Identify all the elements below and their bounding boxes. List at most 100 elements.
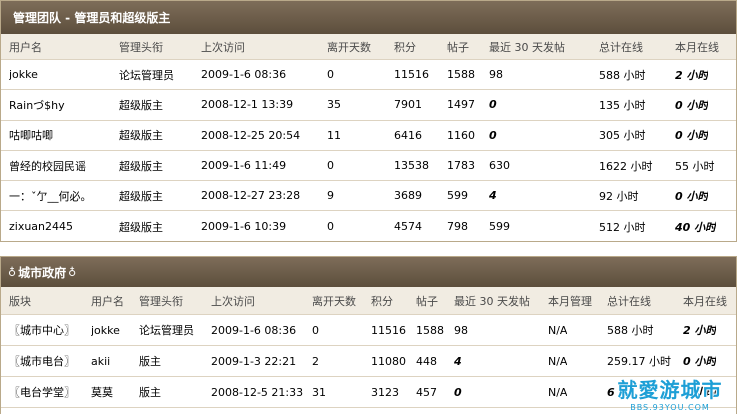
watermark-title: 就愛游城市: [617, 378, 723, 402]
month-online-cell: 2 小时: [683, 324, 717, 337]
column-header-points: 积分: [394, 40, 416, 54]
column-header-total-online: 总计在线: [599, 40, 643, 54]
month-online-cell: 0 小时: [683, 355, 717, 368]
month-manage-cell: N/A: [548, 354, 568, 368]
month-manage-cell: N/A: [548, 323, 568, 337]
total-online-cell: 92 小时: [599, 189, 639, 203]
role-cell: 超级版主: [119, 159, 163, 173]
city-government-header: ♁ 城市政府 ♁: [1, 257, 736, 287]
recent-posts-cell: 98: [489, 68, 503, 82]
posts-cell: 457: [416, 385, 437, 399]
last-visit-cell: 2009-1-6 11:49: [201, 159, 287, 173]
tree-icon: ♁: [68, 265, 77, 279]
column-header-title: 管理头衔: [119, 40, 163, 54]
username-cell[interactable]: akii: [91, 346, 110, 376]
last-visit-cell: 2009-1-6 10:39: [201, 220, 287, 234]
column-header-username: 用户名: [9, 40, 42, 54]
days-away-cell: 0: [327, 159, 334, 173]
forum-cell[interactable]: 〖电台学堂〗: [9, 377, 75, 407]
last-visit-cell: 2008-12-27 23:28: [201, 189, 301, 203]
points-cell: 11080: [371, 354, 406, 368]
column-header-days-away: 离开天数: [327, 40, 371, 54]
column-header-recent-posts: 最近 30 天发帖: [454, 294, 530, 308]
column-header-title: 管理头衔: [139, 294, 183, 308]
last-visit-cell: 2009-1-6 08:36: [201, 68, 287, 82]
table-row: Rainづ$hy 超级版主 2008-12-1 13:39 35 7901 1497 0 13…: [1, 90, 736, 121]
admin-team-panel: 管理团队 - 管理员和超级版主 用户名 管理头衔 上次访问 离开天数 积分 帖子 最近 30…: [0, 0, 737, 242]
username-cell[interactable]: jokke: [9, 60, 38, 89]
role-cell: 论坛管理员: [139, 324, 194, 337]
points-cell: 11516: [394, 68, 429, 82]
posts-cell: 1588: [416, 323, 444, 337]
points-cell: 6416: [394, 128, 422, 142]
total-online-cell: 259.17 小时: [607, 355, 671, 368]
posts-cell: 1160: [447, 128, 475, 142]
column-header-last-visit: 上次访问: [201, 40, 245, 54]
column-header-last-visit: 上次访问: [211, 294, 255, 308]
last-visit-cell: 2008-12-1 13:39: [201, 98, 294, 112]
total-online-cell: 1622 小时: [599, 159, 653, 173]
username-cell[interactable]: jokke: [91, 315, 120, 345]
recent-posts-cell: 0: [489, 98, 497, 112]
column-header-month-manage: 本月管理: [548, 294, 592, 308]
forum-cell[interactable]: 〖城市电台〗: [9, 346, 75, 376]
column-header-total-online: 总计在线: [607, 294, 651, 308]
column-header-days-away: 离开天数: [312, 294, 356, 308]
column-header-recent-posts: 最近 30 天发帖: [489, 40, 565, 54]
month-online-cell: 0 小时: [675, 129, 709, 143]
days-away-cell: 11: [327, 128, 341, 142]
total-online-cell: 135 小时: [599, 98, 646, 112]
posts-cell: 1588: [447, 68, 475, 82]
column-header-posts: 帖子: [447, 40, 469, 54]
points-cell: 13538: [394, 159, 429, 173]
table-row: 〖城市电台〗 akii 版主 2009-1-3 22:21 2 11080 448 4 N/A 2…: [1, 346, 736, 377]
total-online-cell: 512 小时: [599, 220, 646, 234]
admin-team-title: 管理团队 - 管理员和超级版主: [13, 11, 171, 25]
points-cell: 11516: [371, 323, 406, 337]
posts-cell: 599: [447, 189, 468, 203]
column-header-month-online: 本月在线: [683, 294, 727, 308]
days-away-cell: 0: [312, 323, 319, 337]
column-header-username: 用户名: [91, 294, 124, 308]
last-visit-cell: 2008-12-25 20:54: [201, 128, 301, 142]
table-row: 咕唧咕唧 超级版主 2008-12-25 20:54 11 6416 1160 0 305 小…: [1, 121, 736, 151]
recent-posts-cell: 630: [489, 159, 510, 173]
username-cell[interactable]: 莫莫: [91, 377, 113, 407]
recent-posts-cell: 599: [489, 220, 510, 234]
month-manage-cell: N/A: [548, 385, 568, 399]
posts-cell: 1497: [447, 98, 475, 112]
admin-team-table: 用户名 管理头衔 上次访问 离开天数 积分 帖子 最近 30 天发帖 总计在线 本月在线 jokk…: [1, 34, 736, 242]
tree-icon: ♁: [8, 265, 17, 279]
points-cell: 4574: [394, 220, 422, 234]
city-government-title: 城市政府: [18, 265, 67, 280]
username-cell[interactable]: 曾经的校园民谣: [9, 151, 86, 180]
days-away-cell: 35: [327, 98, 341, 112]
points-cell: 7901: [394, 98, 422, 112]
recent-posts-cell: 98: [454, 323, 468, 337]
username-cell[interactable]: 咕唧咕唧: [9, 121, 53, 150]
username-cell[interactable]: Rainづ$hy: [9, 90, 65, 119]
month-online-cell: 40 小时: [675, 220, 717, 234]
table-row: jokke 论坛管理员 2009-1-6 08:36 0 11516 1588 98 588 …: [1, 60, 736, 91]
total-online-cell: 588 小时: [599, 68, 646, 82]
column-header-month-online: 本月在线: [675, 40, 719, 54]
column-header-forum: 版块: [9, 294, 31, 308]
username-cell[interactable]: zixuan2445: [9, 211, 73, 241]
days-away-cell: 0: [327, 68, 334, 82]
month-online-cell: 55 小时: [675, 159, 715, 173]
points-cell: 3689: [394, 189, 422, 203]
month-online-cell: 0 小时: [675, 189, 709, 203]
days-away-cell: 0: [327, 220, 334, 234]
table-header-row: 版块 用户名 管理头衔 上次访问 离开天数 积分 帖子 最近 30 天发帖 本月管理 总计在线 本月…: [1, 287, 736, 315]
points-cell: 3123: [371, 385, 399, 399]
role-cell: 版主: [139, 386, 161, 399]
admin-team-header: 管理团队 - 管理员和超级版主: [1, 1, 736, 34]
recent-posts-cell: 0: [489, 128, 497, 142]
table-row: 〖城市中心〗 jokke 论坛管理员 2009-1-6 08:36 0 11516 1588…: [1, 315, 736, 346]
username-cell[interactable]: 一：ˇ亇__何必。: [9, 181, 92, 210]
forum-cell[interactable]: 〖城市中心〗: [9, 315, 75, 345]
posts-cell: 448: [416, 354, 437, 368]
days-away-cell: 2: [312, 354, 319, 368]
role-cell: 论坛管理员: [119, 68, 174, 82]
role-cell: 超级版主: [119, 98, 163, 112]
